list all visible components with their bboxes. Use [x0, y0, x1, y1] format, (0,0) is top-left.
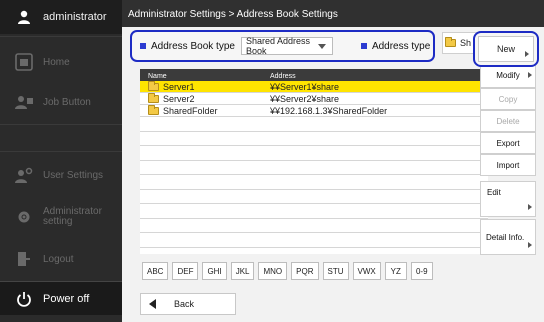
alphabet-tabs: ABC DEF GHI JKL MNO PQR STU VWX YZ 0-9 [142, 262, 437, 280]
folder-icon [445, 37, 456, 47]
filter-bar: Address Book type Shared Address Book Ad… [130, 30, 435, 62]
sidebar-item-user-settings[interactable]: User Settings [0, 156, 122, 194]
empty-row [140, 233, 488, 248]
address-table: Name Address Server1 ¥¥Server1¥share Ser… [140, 69, 488, 254]
row-name: Server2 [163, 93, 195, 104]
alpha-tab[interactable]: PQR [291, 262, 319, 280]
alpha-tab[interactable]: YZ [384, 262, 407, 280]
alpha-tab[interactable]: DEF [172, 262, 199, 280]
sidebar-item-label: Logout [43, 253, 74, 265]
power-off-label: Power off [43, 292, 90, 305]
sidebar-item-label: Administrator setting [43, 206, 102, 227]
row-address: ¥¥Server1¥share [270, 81, 340, 92]
table-row[interactable]: Server2 ¥¥Server2¥share [140, 92, 488, 105]
sidebar-item-label: User Settings [43, 169, 104, 181]
delete-button[interactable]: Delete [480, 110, 536, 132]
power-off-button[interactable]: Power off [0, 281, 122, 315]
empty-row [140, 117, 488, 132]
empty-row [140, 132, 488, 146]
user-settings-icon [14, 165, 34, 185]
address-type-value: Sh [460, 38, 472, 48]
export-button[interactable]: Export [480, 132, 536, 154]
back-button[interactable]: Back [140, 293, 236, 315]
table-row[interactable]: Server1 ¥¥Server1¥share [140, 80, 488, 93]
alpha-tab[interactable]: VWX [352, 262, 381, 280]
empty-row [140, 146, 488, 161]
alpha-tab[interactable]: 0-9 [410, 262, 433, 280]
back-label: Back [174, 299, 195, 309]
chevron-right-icon [528, 204, 532, 210]
row-name: SharedFolder [163, 105, 218, 116]
folder-icon [148, 104, 159, 115]
empty-row [140, 204, 488, 219]
empty-row [140, 161, 488, 175]
row-address: ¥¥Server2¥share [270, 93, 340, 104]
column-header-name: Name [148, 73, 167, 80]
folder-icon [148, 92, 159, 103]
chevron-right-icon [528, 242, 532, 248]
table-row[interactable]: SharedFolder ¥¥192.168.1.3¥SharedFolder [140, 104, 488, 117]
logout-icon [14, 249, 34, 269]
admin-settings-icon [14, 207, 34, 227]
book-type-select[interactable]: Shared Address Book [240, 36, 333, 56]
breadcrumb: Administrator Settings > Address Book Se… [122, 0, 544, 27]
job-button-icon [14, 92, 34, 112]
detail-info-button[interactable]: Detail Info. [480, 219, 536, 255]
column-header-address: Address [270, 73, 296, 80]
empty-row [140, 175, 488, 190]
new-button-highlight: New [473, 31, 539, 67]
chevron-down-icon [317, 44, 326, 49]
back-arrow-icon [149, 299, 156, 309]
sidebar-item-administrator[interactable]: Administrator setting [0, 196, 122, 238]
sidebar-item-label: Home [43, 56, 70, 68]
row-name: Server1 [163, 81, 195, 92]
book-type-label: Address Book type [151, 40, 235, 52]
sidebar: administrator Home Job Button User Setti… [0, 0, 122, 322]
copy-button[interactable]: Copy [480, 88, 536, 110]
import-button[interactable]: Import [480, 154, 536, 176]
alpha-tab[interactable]: JKL [230, 262, 255, 280]
folder-icon [148, 80, 159, 91]
home-icon [14, 52, 34, 72]
sidebar-item-label: Job Button [43, 96, 91, 108]
user-icon [14, 7, 34, 27]
sidebar-user-label: administrator [43, 11, 107, 23]
alpha-tab[interactable]: MNO [258, 262, 288, 280]
sidebar-item-logout[interactable]: Logout [0, 240, 122, 278]
chevron-right-icon [525, 51, 529, 57]
power-icon [14, 289, 34, 309]
empty-row [140, 219, 488, 233]
address-type-label: Address type [371, 40, 431, 52]
alpha-tab[interactable]: GHI [202, 262, 227, 280]
new-button[interactable]: New [478, 36, 534, 62]
bullet-icon [360, 43, 367, 49]
sidebar-user: administrator [0, 0, 122, 34]
sidebar-item-job-button[interactable]: Job Button [0, 83, 122, 121]
bullet-icon [140, 43, 146, 49]
chevron-right-icon [528, 72, 532, 78]
row-address: ¥¥192.168.1.3¥SharedFolder [270, 105, 388, 116]
alpha-tab[interactable]: STU [322, 262, 349, 280]
table-header: Name Address [140, 69, 488, 81]
empty-row [140, 190, 488, 204]
edit-button[interactable]: Edit [480, 181, 536, 217]
main-panel: Administrator Settings > Address Book Se… [122, 0, 544, 322]
sidebar-item-home[interactable]: Home [0, 43, 122, 81]
alpha-tab[interactable]: ABC [142, 262, 169, 280]
